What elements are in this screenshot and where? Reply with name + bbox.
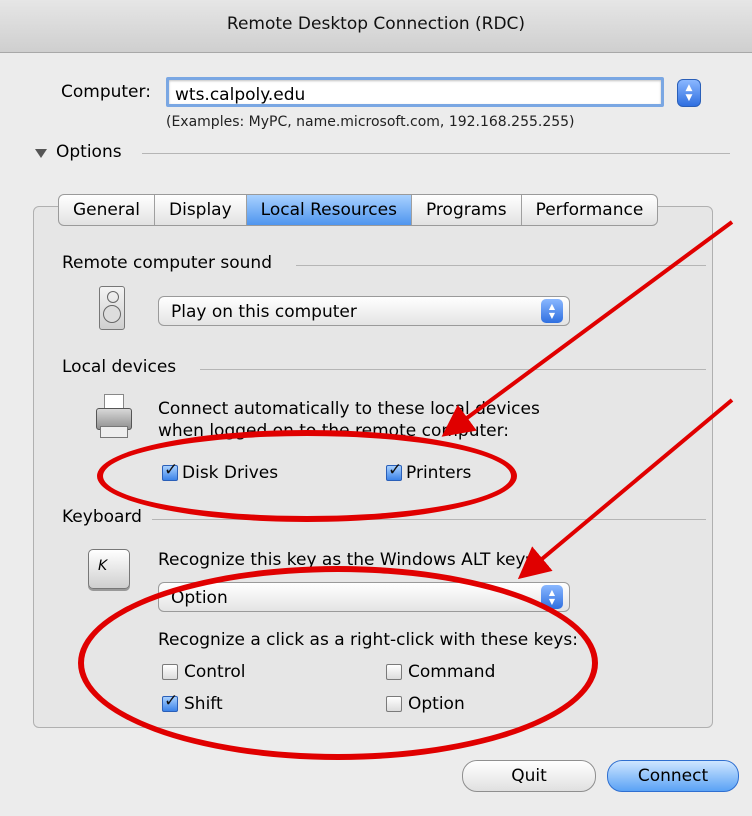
connect-button[interactable]: Connect [607,760,739,792]
keyboard-separator [152,519,706,520]
options-label[interactable]: Options [56,142,122,162]
sound-popup[interactable]: Play on this computer ▲ ▼ [158,296,570,326]
devices-section-label: Local devices [62,357,177,377]
tab-general[interactable]: General [59,195,155,225]
computer-label: Computer: [61,82,151,102]
computer-history-button[interactable]: ▲ ▼ [677,79,701,107]
computer-input[interactable]: wts.calpoly.edu [166,77,664,107]
shift-label[interactable]: Shift [184,694,223,714]
speaker-icon [99,286,125,330]
control-label[interactable]: Control [184,662,245,682]
rdc-window: Remote Desktop Connection (RDC) Computer… [0,0,752,816]
printers-checkbox[interactable]: ✓ [386,460,402,481]
shift-checkbox[interactable]: ✓ [162,691,178,712]
command-label[interactable]: Command [408,662,495,682]
sound-separator [296,265,706,266]
title-bar[interactable]: Remote Desktop Connection (RDC) [0,0,752,53]
alt-key-popup-value: Option [171,588,228,608]
popup-arrows-icon: ▲ ▼ [541,585,563,609]
devices-separator [200,369,706,370]
alt-key-prompt: Recognize this key as the Windows ALT ke… [158,550,530,570]
devices-description-line1: Connect automatically to these local dev… [158,399,540,419]
sound-section-label: Remote computer sound [62,253,272,273]
keyboard-key-icon: K [88,549,130,589]
printers-label[interactable]: Printers [406,463,471,483]
disk-drives-label[interactable]: Disk Drives [182,463,278,483]
sound-popup-value: Play on this computer [171,302,357,322]
disk-drives-checkbox[interactable]: ✓ [162,460,178,481]
checkmark-icon: ✓ [388,460,403,480]
tab-display[interactable]: Display [155,195,247,225]
option-checkbox[interactable] [386,696,402,712]
up-arrow-icon: ▲ [685,83,693,93]
computer-examples-hint: (Examples: MyPC, name.microsoft.com, 192… [166,114,575,130]
checkmark-icon: ✓ [164,460,179,480]
alt-key-popup[interactable]: Option ▲ ▼ [158,582,570,612]
disclosure-triangle-icon[interactable] [35,149,47,158]
quit-button[interactable]: Quit [462,760,596,792]
tab-performance[interactable]: Performance [522,195,658,225]
devices-description-line2: when logged on to the remote computer: [158,421,510,441]
control-checkbox[interactable] [162,664,178,680]
window-title: Remote Desktop Connection (RDC) [226,14,526,34]
printer-icon [94,394,132,438]
keyboard-section-label: Keyboard [62,507,142,527]
popup-arrows-icon: ▲ ▼ [541,299,563,323]
right-click-prompt: Recognize a click as a right-click with … [158,630,578,650]
options-separator [142,153,730,154]
checkmark-icon: ✓ [164,691,179,711]
command-checkbox[interactable] [386,664,402,680]
option-label[interactable]: Option [408,694,465,714]
down-arrow-icon: ▼ [685,93,693,103]
tab-programs[interactable]: Programs [412,195,522,225]
tab-local-resources[interactable]: Local Resources [246,195,412,225]
tab-bar: General Display Local Resources Programs… [58,194,659,226]
